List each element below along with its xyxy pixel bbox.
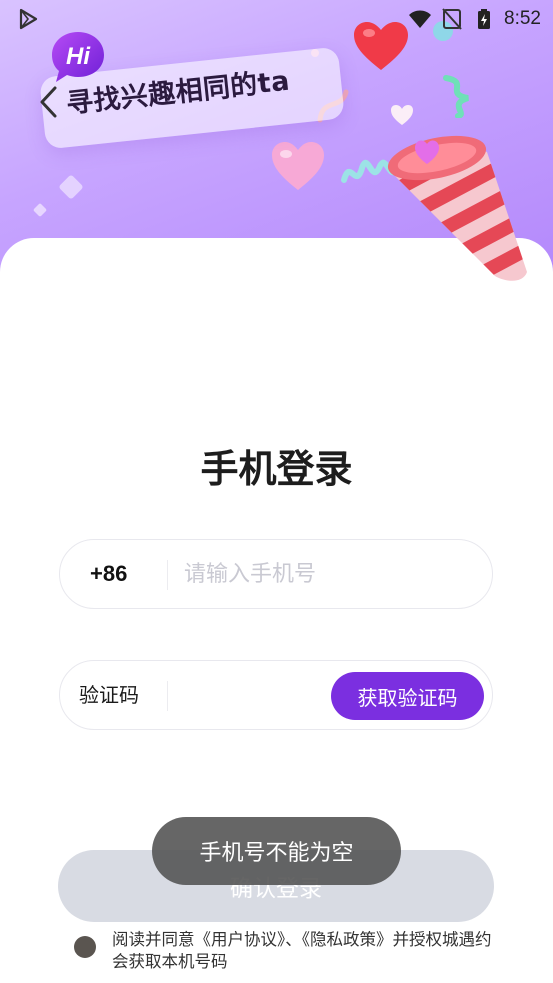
code-field: 验证码 获取验证码 [59, 660, 493, 730]
party-popper-icon [387, 135, 527, 281]
back-chevron-icon[interactable] [36, 84, 60, 120]
get-code-button[interactable]: 获取验证码 [331, 672, 484, 720]
wifi-icon [409, 10, 432, 28]
no-signal-icon [442, 8, 462, 30]
app-play-icon [19, 8, 38, 30]
status-time: 8:52 [504, 8, 541, 29]
code-input[interactable] [184, 673, 324, 717]
phone-input[interactable] [184, 552, 474, 596]
code-label: 验证码 [79, 683, 139, 707]
field-divider [167, 681, 168, 711]
page-title: 手机登录 [200, 447, 353, 491]
heart-decoration-icon [272, 142, 324, 190]
agreement-checkbox[interactable] [74, 936, 96, 958]
phone-field: +86 [59, 539, 493, 609]
diamond-decoration-icon [33, 203, 47, 217]
diamond-decoration-icon [59, 175, 83, 199]
field-divider [167, 560, 168, 590]
country-code-prefix[interactable]: +86 [90, 540, 127, 608]
battery-charging-icon [478, 9, 491, 29]
status-bar: 8:52 [0, 0, 553, 38]
agreement-text[interactable]: 阅读并同意《用户协议》、《隐私政策》并授权城遇约会获取本机号码 [112, 929, 492, 973]
toast-message: 手机号不能为空 [152, 817, 401, 885]
hi-badge-text: Hi [66, 43, 90, 70]
